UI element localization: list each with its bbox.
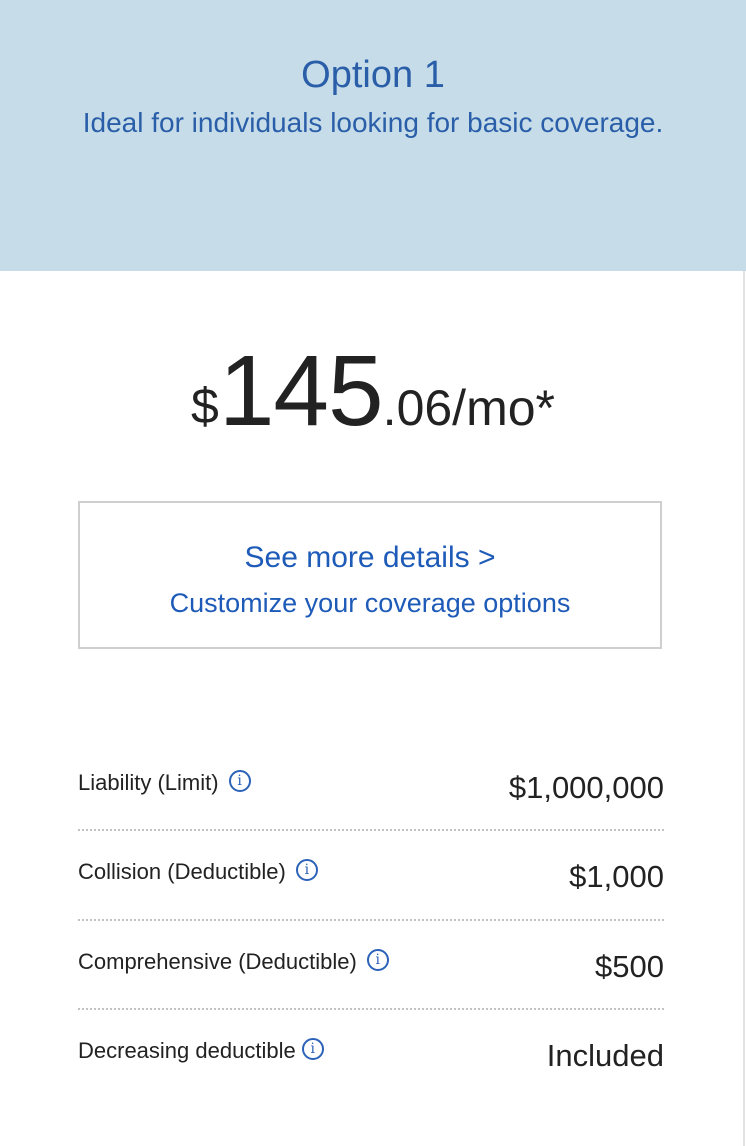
info-icon[interactable]: i [301, 1038, 324, 1060]
option-header: Option 1 Ideal for individuals looking f… [0, 0, 746, 271]
see-more-details-button[interactable]: See more details > Customize your covera… [78, 501, 662, 649]
price-fraction: .06/mo* [382, 380, 555, 436]
row-divider [78, 1008, 664, 1010]
info-icon[interactable]: i [366, 949, 389, 971]
coverage-option-card: Option 1 Ideal for individuals looking f… [0, 0, 746, 1146]
coverage-label: Decreasing deductible [78, 1038, 296, 1063]
option-subtitle: Ideal for individuals looking for basic … [82, 107, 664, 138]
see-more-details-link[interactable]: See more details > [80, 539, 660, 577]
info-icon[interactable]: i [295, 859, 318, 881]
info-icon[interactable]: i [228, 770, 251, 792]
coverage-label: Liability (Limit) [78, 770, 219, 795]
row-divider [78, 919, 664, 921]
coverage-row-decreasing-deductible: Decreasing deductible i Included [78, 1026, 664, 1086]
price-currency: $ [191, 378, 219, 434]
price-whole: 145 [218, 335, 384, 447]
coverage-row-collision: Collision (Deductible) i $1,000 [78, 847, 664, 907]
coverage-value: $500 [595, 949, 664, 984]
customize-coverage-link[interactable]: Customize your coverage options [80, 585, 660, 621]
coverage-row-comprehensive: Comprehensive (Deductible) i $500 [78, 937, 664, 997]
option-title: Option 1 [301, 54, 445, 96]
coverage-value: Included [546, 1038, 664, 1073]
coverage-value: $1,000 [569, 859, 664, 894]
coverage-row-liability: Liability (Limit) i $1,000,000 [78, 758, 664, 818]
coverage-value: $1,000,000 [508, 770, 664, 805]
coverage-label: Comprehensive (Deductible) [78, 949, 357, 974]
coverage-label: Collision (Deductible) [78, 859, 286, 884]
monthly-price: $145.06/mo* [0, 336, 746, 446]
row-divider [78, 829, 664, 831]
